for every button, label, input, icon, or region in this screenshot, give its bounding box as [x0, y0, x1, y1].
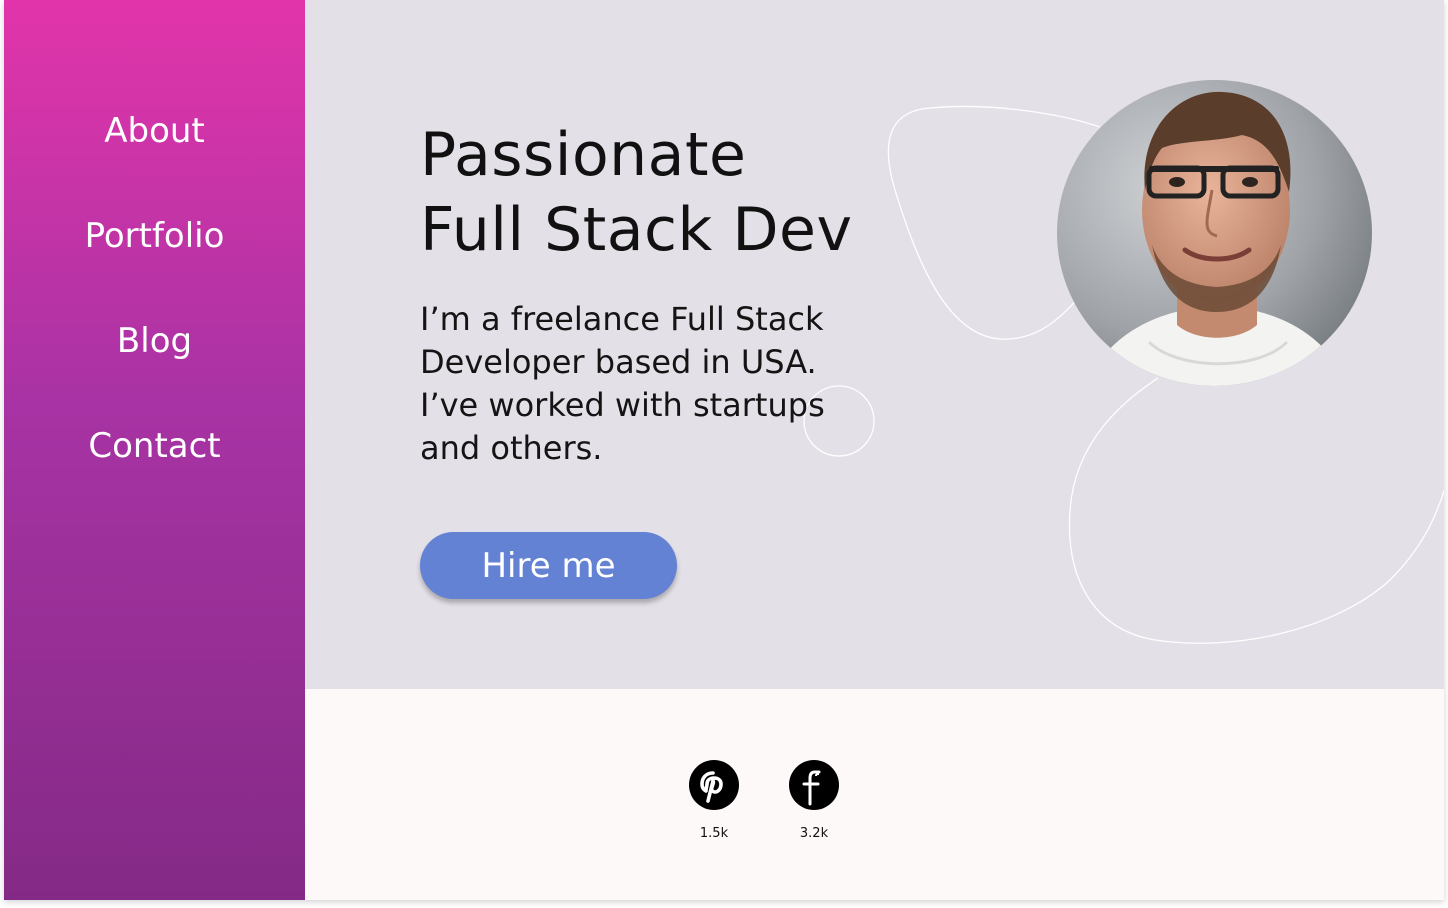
social-pinterest: 1.5k	[674, 760, 754, 841]
hero-intro-text: I’m a freelance Full Stack Developer bas…	[420, 298, 890, 470]
intro-line: I’m a freelance Full Stack	[420, 300, 824, 338]
sidebar-nav: About Portfolio Blog Contact	[4, 0, 305, 900]
nav-item-about[interactable]: About	[4, 111, 305, 151]
footer: 1.5k 3.2k	[305, 689, 1444, 900]
nav-item-blog[interactable]: Blog	[4, 321, 305, 361]
nav-item-portfolio[interactable]: Portfolio	[4, 216, 305, 256]
intro-line: I’ve worked with startups	[420, 386, 825, 424]
intro-line: Developer based in USA.	[420, 343, 817, 381]
intro-line: and others.	[420, 429, 603, 467]
page-frame: About Portfolio Blog Contact Passionate …	[4, 0, 1444, 900]
hero-headline: Passionate Full Stack Dev	[420, 118, 940, 268]
hire-me-button[interactable]: Hire me	[420, 532, 677, 599]
headline-line: Full Stack Dev	[420, 195, 853, 265]
profile-photo	[1057, 80, 1372, 386]
social-facebook: 3.2k	[774, 760, 854, 841]
pinterest-icon[interactable]	[689, 760, 739, 810]
facebook-icon[interactable]	[789, 760, 839, 810]
nav-item-contact[interactable]: Contact	[4, 426, 305, 466]
pinterest-count: 1.5k	[699, 826, 729, 841]
hero-section: Passionate Full Stack Dev I’m a freelanc…	[305, 0, 1444, 689]
avatar	[1057, 80, 1372, 386]
headline-line: Passionate	[420, 120, 747, 190]
facebook-count: 3.2k	[799, 826, 829, 841]
